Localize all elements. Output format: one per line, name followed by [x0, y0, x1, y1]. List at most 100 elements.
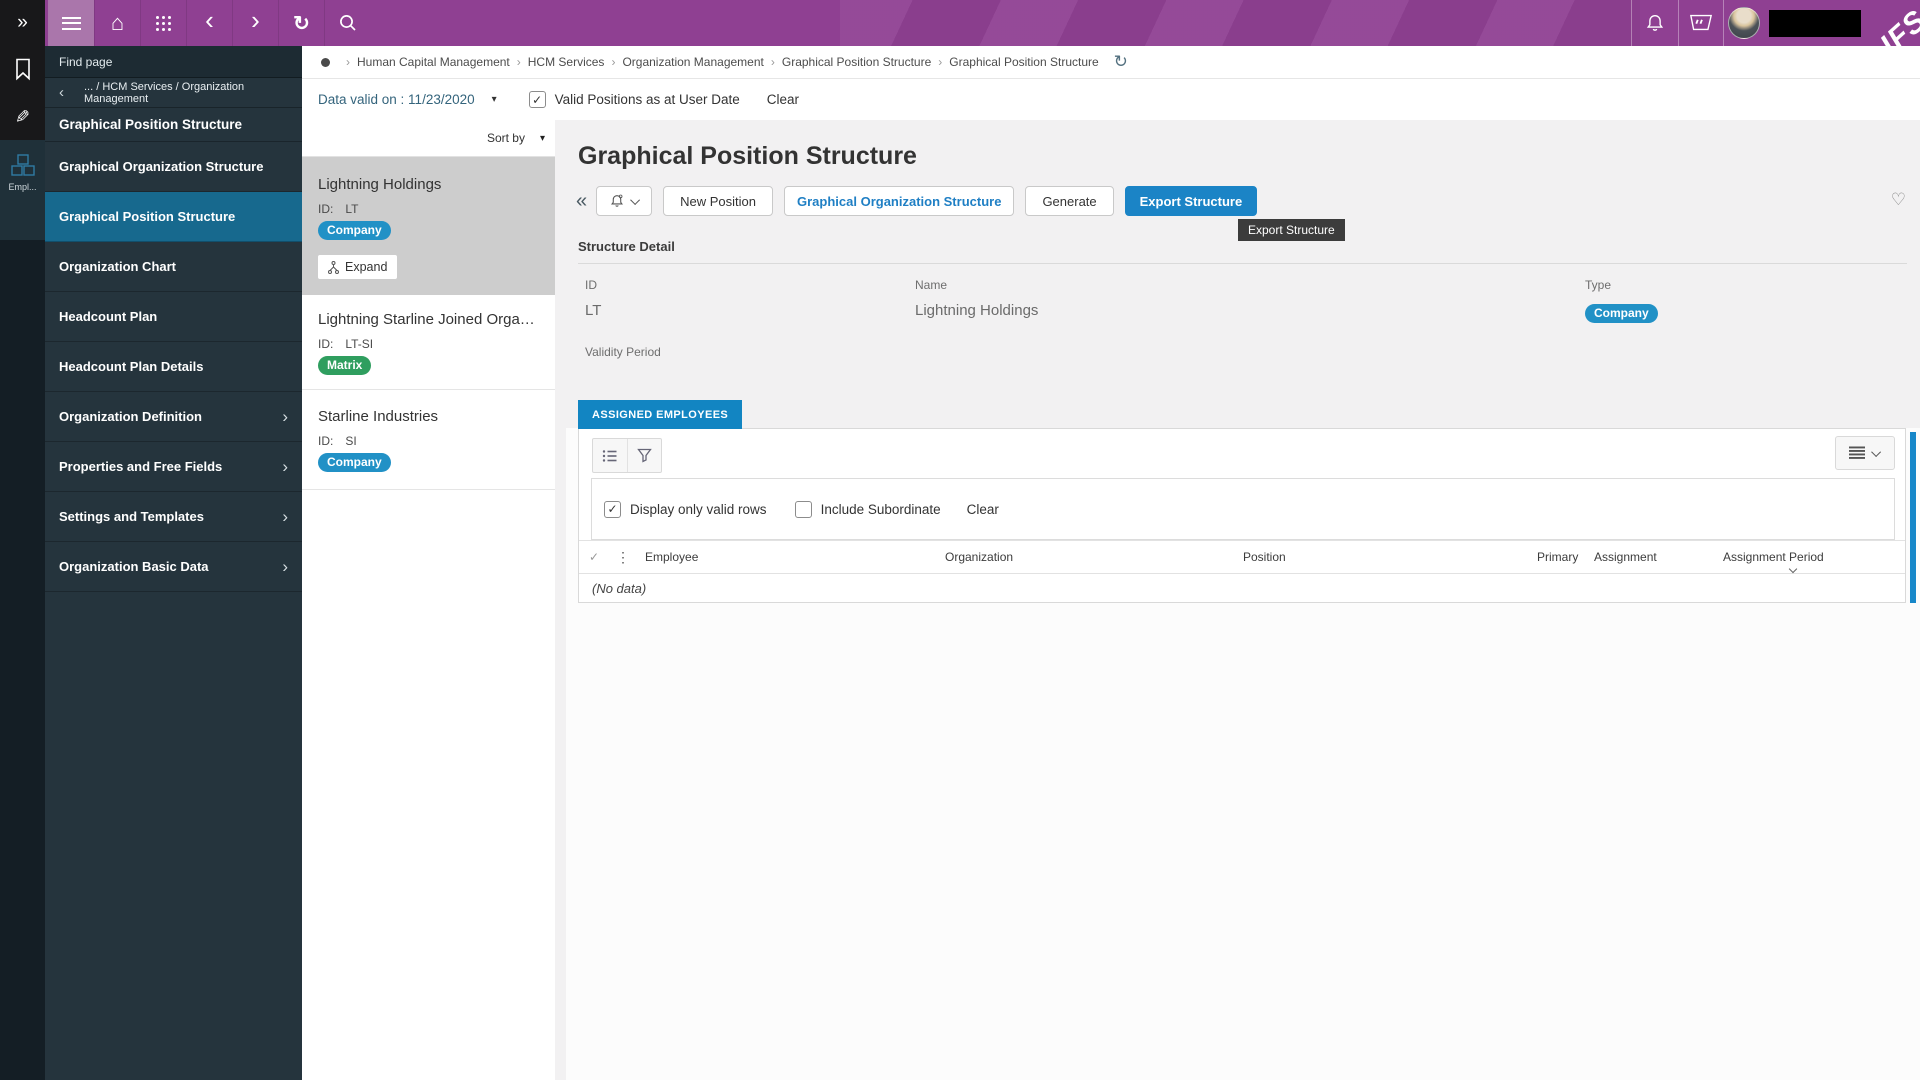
column-header-employee[interactable]: Employee: [637, 550, 945, 564]
new-position-button[interactable]: New Position: [663, 186, 773, 216]
sidebar-item-headcount-plan[interactable]: Headcount Plan: [45, 292, 302, 342]
breadcrumb-refresh-icon[interactable]: ↻: [1114, 52, 1128, 72]
user-avatar[interactable]: [1728, 7, 1760, 39]
sidebar-item-label: Properties and Free Fields: [59, 459, 223, 474]
sort-row: Sort by ▾: [302, 120, 555, 157]
main-content: Graphical Position Structure « New Posit…: [555, 120, 1920, 1080]
column-header-assignment[interactable]: Assignment: [1594, 550, 1723, 564]
type-badge: Company: [1585, 304, 1658, 323]
chevron-right-icon: ›: [282, 456, 288, 476]
breadcrumb-item[interactable]: Organization Management: [622, 55, 763, 69]
notifications-button[interactable]: [1631, 0, 1678, 46]
tab-assigned-employees[interactable]: ASSIGNED EMPLOYEES: [578, 400, 743, 429]
sidebar-section-header: Graphical Position Structure: [45, 108, 302, 142]
find-page-input[interactable]: Find page: [45, 46, 302, 78]
org-card-title: Lightning Holdings: [318, 176, 442, 193]
breadcrumb: › Human Capital Management › HCM Service…: [302, 46, 1920, 79]
apps-grid-icon: [156, 15, 159, 19]
valid-positions-checkbox[interactable]: ✓: [528, 91, 546, 108]
select-all-checkmark-icon[interactable]: ✓: [579, 550, 609, 564]
navigate-forward-button[interactable]: ›: [232, 0, 278, 46]
sidebar-item-graphical-organization-structure[interactable]: Graphical Organization Structure: [45, 142, 302, 192]
field-label: Name: [915, 278, 948, 292]
chevron-left-icon: ‹: [205, 4, 214, 35]
favorite-heart-icon[interactable]: ♡: [1891, 190, 1906, 210]
module-label: Empl...: [8, 182, 37, 192]
breadcrumb-item[interactable]: Graphical Position Structure: [949, 55, 1098, 69]
export-structure-button[interactable]: Export Structure: [1124, 186, 1258, 216]
sidebar-item-organization-definition[interactable]: Organization Definition ›: [45, 392, 302, 442]
column-header-primary[interactable]: Primary: [1537, 550, 1594, 564]
structure-detail-heading: Structure Detail: [578, 239, 1907, 264]
org-card-lightning-holdings[interactable]: Lightning Holdings ID: LT Company Expand: [302, 157, 555, 295]
sort-by-dropdown[interactable]: Sort by: [487, 131, 525, 145]
graphical-organization-structure-button[interactable]: Graphical Organization Structure: [784, 186, 1015, 216]
sidebar-back-path: ... / HCM Services / Organization Manage…: [84, 80, 245, 105]
field-name: Name Lightning Holdings: [915, 278, 1585, 324]
user-menu[interactable]: [1723, 0, 1883, 46]
main-menu-button[interactable]: [48, 0, 94, 46]
sidebar-item-properties-and-free-fields[interactable]: Properties and Free Fields ›: [45, 442, 302, 492]
module-employees-button[interactable]: [0, 154, 45, 178]
filter-button[interactable]: [627, 439, 661, 472]
panel-scroll-indicator[interactable]: [1910, 432, 1916, 603]
assigned-employees-panel: ✓ Display only valid rows Include Subord…: [578, 428, 1906, 603]
sidebar-back-breadcrumb[interactable]: ‹ ... / HCM Services / Organization Mana…: [45, 78, 302, 108]
breadcrumb-item[interactable]: Graphical Position Structure: [782, 55, 931, 69]
column-header-assignment-period[interactable]: Assignment Period: [1723, 550, 1905, 574]
data-valid-on-dropdown[interactable]: Data valid on : 11/23/2020: [318, 92, 475, 107]
refresh-button[interactable]: ↻: [278, 0, 324, 46]
row-menu-icon[interactable]: ⋮: [609, 549, 637, 566]
breadcrumb-separator: ›: [346, 55, 350, 69]
bell-icon: [1646, 14, 1664, 31]
bell-icon: [610, 194, 623, 207]
column-header-position[interactable]: Position: [1243, 550, 1537, 564]
org-card-starline-industries[interactable]: Starline Industries ID: SI Company: [302, 390, 555, 490]
sidebar-item-headcount-plan-details[interactable]: Headcount Plan Details: [45, 342, 302, 392]
caret-down-icon[interactable]: ▾: [540, 133, 545, 144]
caret-down-icon[interactable]: ▾: [492, 94, 497, 105]
topbar-stripes: [840, 0, 1640, 46]
org-card-lightning-starline[interactable]: Lightning Starline Joined Organiz... ID:…: [302, 295, 555, 390]
sidebar-item-label: Settings and Templates: [59, 509, 204, 524]
field-type: Type Company: [1585, 278, 1907, 324]
list-options-button[interactable]: [593, 439, 627, 472]
navigate-back-button[interactable]: ‹: [186, 0, 232, 46]
id-value: SI: [345, 434, 357, 448]
include-subordinate-checkbox[interactable]: [794, 500, 812, 518]
sort-chevron-icon: [1788, 564, 1798, 574]
edit-button[interactable]: ✎: [0, 107, 45, 128]
clear-table-filter-link[interactable]: Clear: [967, 502, 999, 517]
cubes-icon: [10, 154, 35, 176]
left-rail: ✎ Empl...: [0, 46, 45, 1080]
include-subordinate-label: Include Subordinate: [820, 501, 941, 517]
sidebar-item-organization-chart[interactable]: Organization Chart: [45, 242, 302, 292]
expand-button[interactable]: Expand: [318, 255, 398, 279]
view-options-button[interactable]: [1835, 436, 1895, 470]
sidebar-item-graphical-position-structure[interactable]: Graphical Position Structure: [45, 192, 302, 242]
apps-button[interactable]: [140, 0, 186, 46]
home-button[interactable]: ⌂: [94, 0, 140, 46]
feedback-button[interactable]: [1678, 0, 1723, 46]
search-button[interactable]: [324, 0, 370, 46]
id-value: LT-SI: [345, 337, 374, 351]
breadcrumb-root-icon[interactable]: [321, 57, 330, 67]
no-data-message: (No data): [592, 581, 647, 596]
expand-rail-icon[interactable]: »: [0, 0, 45, 46]
sidebar-item-settings-and-templates[interactable]: Settings and Templates ›: [45, 492, 302, 542]
sidebar-item-organization-basic-data[interactable]: Organization Basic Data ›: [45, 542, 302, 592]
breadcrumb-item[interactable]: HCM Services: [528, 55, 605, 69]
collapse-panel-icon[interactable]: «: [576, 187, 587, 215]
display-only-valid-rows-checkbox[interactable]: ✓: [604, 500, 621, 518]
generate-button[interactable]: Generate: [1025, 186, 1114, 216]
alerts-dropdown-button[interactable]: [596, 186, 653, 216]
top-bar: » ⌂ ‹ › ↻ IFS: [0, 0, 1920, 46]
id-value: LT: [345, 202, 359, 216]
page-toolbar: « New Position Graphical Organization St…: [576, 186, 1268, 216]
sidebar-item-label: Organization Definition: [59, 409, 202, 424]
column-header-organization[interactable]: Organization: [945, 550, 1243, 564]
clear-filter-link[interactable]: Clear: [767, 92, 799, 107]
bookmarks-button[interactable]: [0, 58, 45, 81]
breadcrumb-item[interactable]: Human Capital Management: [357, 55, 510, 69]
field-validity-period: Validity Period: [578, 345, 1907, 359]
